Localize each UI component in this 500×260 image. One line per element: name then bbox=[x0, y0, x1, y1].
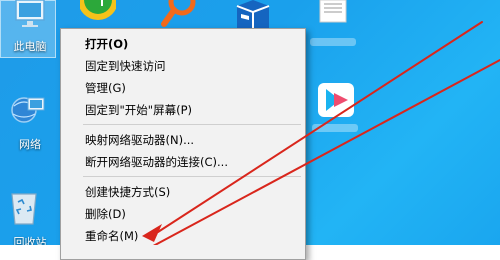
context-menu: 打开(O) 固定到快速访问 管理(G) 固定到"开始"屏幕(P) 映射网络驱动器… bbox=[60, 28, 306, 260]
menu-item-map-network-drive[interactable]: 映射网络驱动器(N)... bbox=[61, 129, 305, 150]
computer-icon bbox=[15, 0, 45, 27]
menu-item-create-shortcut[interactable]: 创建快捷方式(S) bbox=[61, 181, 305, 202]
network-icon bbox=[11, 97, 45, 123]
music-app-icon[interactable] bbox=[80, 0, 116, 24]
menu-item-disconnect-network-drive[interactable]: 断开网络驱动器的连接(C)... bbox=[61, 151, 305, 172]
network-shortcut[interactable]: 网络 bbox=[0, 88, 60, 151]
search-app-icon[interactable] bbox=[158, 0, 198, 28]
menu-item-pin-quick-access[interactable]: 固定到快速访问 bbox=[61, 55, 305, 76]
menu-item-delete[interactable]: 删除(D) bbox=[61, 203, 305, 224]
this-pc-shortcut[interactable]: 此电脑 bbox=[0, 0, 60, 58]
recycle-bin-shortcut[interactable]: 回收站 bbox=[0, 188, 60, 245]
menu-item-open[interactable]: 打开(O) bbox=[61, 33, 305, 54]
menu-separator bbox=[83, 176, 301, 177]
recycle-bin-label: 回收站 bbox=[13, 236, 47, 245]
menu-item-manage[interactable]: 管理(G) bbox=[61, 77, 305, 98]
this-pc-label: 此电脑 bbox=[13, 40, 47, 53]
document-icon[interactable] bbox=[314, 0, 354, 28]
recycle-bin-icon bbox=[11, 193, 37, 225]
menu-item-pin-start[interactable]: 固定到"开始"屏幕(P) bbox=[61, 99, 305, 120]
video-app-icon[interactable] bbox=[318, 83, 354, 117]
document-label-blurred bbox=[310, 38, 356, 46]
menu-item-rename[interactable]: 重命名(M) bbox=[61, 225, 305, 246]
network-label: 网络 bbox=[19, 138, 41, 151]
video-label-blurred bbox=[312, 124, 358, 132]
menu-separator bbox=[83, 124, 301, 125]
